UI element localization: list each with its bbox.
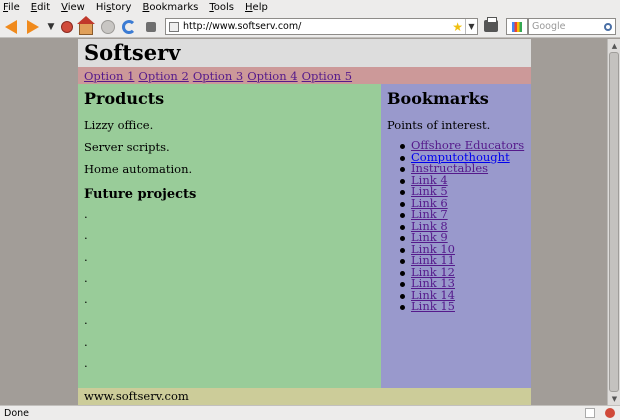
search-placeholder: Google [532, 21, 566, 32]
page-header: Softserv [78, 39, 531, 67]
reload-button[interactable] [120, 18, 138, 36]
stop-icon [61, 21, 73, 33]
menu-file[interactable]: File [3, 2, 20, 13]
disabled-stop-button[interactable] [99, 18, 117, 36]
future-project-item: . [84, 334, 88, 349]
future-project-item: . [84, 207, 88, 221]
disabled-stop-icon [101, 20, 115, 34]
status-stop-icon[interactable] [605, 408, 615, 418]
back-icon [5, 20, 17, 34]
future-project-item: . [84, 356, 88, 371]
future-projects-list: . . . . . . . . [84, 204, 381, 374]
address-bar[interactable]: http://www.softserv.com/ ★ ▼ [165, 18, 478, 35]
products-heading: Products [84, 89, 165, 108]
menu-help[interactable]: Help [245, 2, 268, 13]
nav-option-4[interactable]: Option 4 [247, 69, 297, 83]
option-nav: Option 1 Option 2 Option 3 Option 4 Opti… [78, 67, 531, 84]
product-item: Lizzy office. [84, 118, 154, 132]
vertical-scrollbar[interactable]: ▲ ▼ [607, 39, 620, 405]
history-dropdown-icon: ▼ [47, 22, 55, 32]
addon-icon [146, 22, 156, 32]
reload-icon [122, 20, 136, 34]
future-projects-heading: Future projects [84, 187, 197, 202]
bookmarks-heading: Bookmarks [387, 89, 489, 108]
bookmark-item: Link 15 [400, 299, 531, 313]
status-bar: Done [0, 405, 620, 420]
home-button[interactable] [77, 15, 95, 36]
menu-bookmarks[interactable]: Bookmarks [142, 2, 198, 13]
bookmarks-sidebar: Bookmarks Points of interest. Offshore E… [381, 84, 531, 388]
nav-option-5[interactable]: Option 5 [302, 69, 352, 83]
url-dropdown-icon[interactable]: ▼ [465, 19, 477, 34]
addon-button[interactable] [142, 18, 160, 36]
stop-button[interactable] [58, 18, 76, 36]
product-item: Home automation. [84, 162, 193, 176]
menu-view[interactable]: View [61, 2, 85, 13]
nav-option-1[interactable]: Option 1 [84, 69, 134, 83]
scroll-up-arrow-icon[interactable]: ▲ [609, 40, 620, 51]
nav-option-3[interactable]: Option 3 [193, 69, 243, 83]
navigation-toolbar: ▼ http://www.softserv.com/ ★ ▼ Google [0, 15, 620, 38]
print-icon[interactable] [484, 17, 498, 32]
menu-history[interactable]: History [96, 2, 132, 13]
nav-option-2[interactable]: Option 2 [138, 69, 188, 83]
page-footer: www.softserv.com [78, 388, 531, 405]
home-icon [77, 15, 95, 35]
site-icon [169, 21, 179, 32]
menu-bar: File Edit View History Bookmarks Tools H… [0, 0, 620, 15]
forward-button[interactable] [24, 18, 42, 36]
back-button[interactable] [2, 18, 20, 36]
future-project-item: . [84, 313, 88, 328]
page-viewport: Softserv Option 1 Option 2 Option 3 Opti… [0, 39, 607, 405]
future-project-item: . [84, 249, 88, 264]
product-item: Server scripts. [84, 140, 170, 154]
status-indicator-icon [585, 408, 595, 418]
future-project-item: . [84, 270, 88, 285]
forward-icon [27, 20, 39, 34]
scroll-down-arrow-icon[interactable]: ▼ [609, 393, 620, 404]
web-page: Softserv Option 1 Option 2 Option 3 Opti… [78, 39, 531, 405]
scrollbar-thumb[interactable] [609, 52, 619, 392]
menu-edit[interactable]: Edit [31, 2, 50, 13]
future-project-item: . [84, 292, 88, 307]
site-title: Softserv [84, 40, 181, 65]
future-project-item: . [84, 228, 88, 243]
search-icon[interactable] [604, 22, 612, 31]
menu-tools[interactable]: Tools [209, 2, 234, 13]
search-engine-icon [512, 21, 522, 32]
search-input[interactable]: Google [528, 18, 616, 35]
status-text: Done [4, 407, 29, 419]
search-engine-selector[interactable] [506, 18, 528, 35]
bookmark-link-15[interactable]: Link 15 [411, 299, 455, 313]
bookmarks-intro: Points of interest. [387, 118, 491, 132]
bookmark-star-icon[interactable]: ★ [452, 20, 463, 34]
url-text[interactable]: http://www.softserv.com/ [183, 21, 452, 32]
main-content: Products Lizzy office. Server scripts. H… [78, 84, 381, 388]
bookmark-list: Offshore Educators Computothought Instru… [387, 139, 531, 313]
